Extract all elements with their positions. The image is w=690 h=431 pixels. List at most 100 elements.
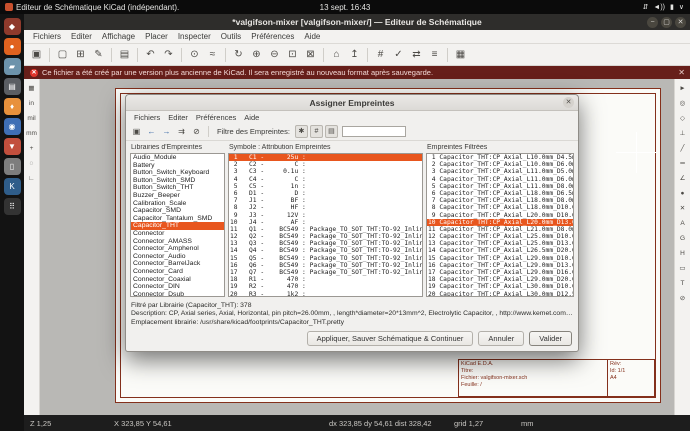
symbol-row[interactable]: 15 Q5 - BC549 : Package_TO_SOT_THT:TO-92…	[229, 255, 422, 262]
symbol-row[interactable]: 20 R3 - 1k2 :	[229, 291, 422, 297]
footprint-row[interactable]: 16 Capacitor_THT:CP_Axial_L29.0mm_D13.0m…	[427, 262, 573, 269]
symbol-row[interactable]: 12 Q2 - BC549 : Package_TO_SOT_THT:TO-92…	[229, 233, 422, 240]
separator[interactable]	[323, 48, 324, 62]
footprint-row[interactable]: 14 Capacitor_THT:CP_Axial_L26.5mm_D20.0m…	[427, 247, 573, 254]
library-item[interactable]: Connector_Audio	[131, 253, 224, 261]
units-inches-icon[interactable]: in	[25, 97, 38, 110]
refresh-icon[interactable]: ↻	[230, 46, 247, 63]
undo-icon[interactable]: ↶	[142, 46, 159, 63]
zoom-selection-icon[interactable]: ⊠	[302, 46, 319, 63]
hierarchy-navigator-icon[interactable]: ⌂	[328, 46, 345, 63]
filter-by-library-icon[interactable]: ▤	[325, 125, 338, 138]
library-item[interactable]: Capacitor_SMD	[131, 207, 224, 215]
menu-item[interactable]: Outils	[216, 32, 246, 41]
apply-save-icon[interactable]: ▣	[130, 125, 143, 138]
footprint-row[interactable]: 4 Capacitor_THT:CP_Axial_L11.0mm_D6.0mm	[427, 176, 573, 183]
zoom-fit-icon[interactable]: ⊡	[284, 46, 301, 63]
apply-save-continue-button[interactable]: Appliquer, Sauver Schématique & Continue…	[307, 331, 474, 346]
bom-icon[interactable]: ≡	[426, 46, 443, 63]
library-item[interactable]: Buzzer_Beeper	[131, 192, 224, 200]
menu-item[interactable]: Affichage	[97, 32, 140, 41]
grid-toggle-icon[interactable]: ▦	[25, 82, 38, 95]
footprint-filter-input[interactable]	[342, 126, 406, 137]
menu-item[interactable]: Fichiers	[28, 32, 66, 41]
units-mils-icon[interactable]: mil	[25, 112, 38, 125]
dock-trash[interactable]: ▯	[4, 158, 21, 175]
units-mm-icon[interactable]: mm	[25, 127, 38, 140]
symbol-row[interactable]: 9 J3 - 12V :	[229, 212, 422, 219]
infobar-close-icon[interactable]: ✕	[678, 68, 685, 77]
library-item[interactable]: Capacitor_THT	[131, 222, 224, 230]
zoom-out-icon[interactable]: ⊖	[266, 46, 283, 63]
dock-app-1[interactable]: ◆	[4, 18, 21, 35]
system-tray[interactable]: ⇵ ◄)) ▮ ∨	[643, 3, 684, 11]
footprint-row[interactable]: 11 Capacitor_THT:CP_Axial_L21.0mm_D8.0mm	[427, 226, 573, 233]
dock-app-5[interactable]: ♦	[4, 98, 21, 115]
footprint-row[interactable]: 20 Capacitor_THT:CP_Axial_L30.0mm_D12.5m…	[427, 291, 573, 297]
dialog-menu-item[interactable]: Préférences	[192, 113, 240, 122]
dock-kicad[interactable]: K	[4, 178, 21, 195]
footprint-row[interactable]: 6 Capacitor_THT:CP_Axial_L18.0mm_D6.5mm	[427, 190, 573, 197]
library-item[interactable]: Connector_Card	[131, 268, 224, 276]
footprint-row[interactable]: 8 Capacitor_THT:CP_Axial_L18.0mm_D10.0mm	[427, 204, 573, 211]
plot-icon[interactable]: ✎	[90, 46, 107, 63]
cursor-shape-icon[interactable]: +	[25, 142, 38, 155]
footprint-row[interactable]: 7 Capacitor_THT:CP_Axial_L18.0mm_D8.0mm	[427, 197, 573, 204]
footprint-row[interactable]: 1 Capacitor_THT:CP_Axial_L10.0mm_D4.5mm	[427, 154, 573, 161]
separator[interactable]	[225, 48, 226, 62]
footprint-row[interactable]: 2 Capacitor_THT:CP_Axial_L10.0mm_D6.0mm	[427, 161, 573, 168]
footprint-row[interactable]: 18 Capacitor_THT:CP_Axial_L29.0mm_D20.0m…	[427, 276, 573, 283]
find-replace-icon[interactable]: ≈	[204, 46, 221, 63]
paste-icon[interactable]: ▤	[116, 46, 133, 63]
menu-item[interactable]: Inspecter	[173, 32, 216, 41]
separator[interactable]	[49, 48, 50, 62]
delete-association-icon[interactable]: ⊘	[190, 125, 203, 138]
library-item[interactable]: Audio_Module	[131, 154, 224, 162]
select-tool-icon[interactable]: ►	[676, 82, 689, 95]
library-item[interactable]: Connector_DIN	[131, 283, 224, 291]
auto-associate-icon[interactable]: ⇉	[175, 125, 188, 138]
symbol-row[interactable]: 8 J2 - HF :	[229, 204, 422, 211]
dock-firefox[interactable]: ●	[4, 38, 21, 55]
annotate-icon[interactable]: #	[372, 46, 389, 63]
add-wire-icon[interactable]: ╱	[676, 142, 689, 155]
filter-by-keyword-icon[interactable]: ✱	[295, 125, 308, 138]
dialog-menu-item[interactable]: Aide	[240, 113, 263, 122]
add-sheet-icon[interactable]: ▭	[676, 262, 689, 275]
symbol-row[interactable]: 1 C1 - 25u :	[229, 154, 422, 161]
filter-by-pin-count-icon[interactable]: #	[310, 125, 323, 138]
no-connect-icon[interactable]: ✕	[676, 202, 689, 215]
footprint-row[interactable]: 9 Capacitor_THT:CP_Axial_L20.0mm_D10.0mm	[427, 212, 573, 219]
footprints-list[interactable]: 1 Capacitor_THT:CP_Axial_L10.0mm_D4.5mm …	[426, 153, 574, 297]
symbol-row[interactable]: 3 C3 - 0.1u :	[229, 168, 422, 175]
library-item[interactable]: Calibration_Scale	[131, 200, 224, 208]
add-label-icon[interactable]: A	[676, 217, 689, 230]
clock[interactable]: 13 sept. 16:43	[320, 3, 371, 12]
separator[interactable]	[367, 48, 368, 62]
library-item[interactable]: Button_Switch_SMD	[131, 177, 224, 185]
library-item[interactable]: Connector_Coaxial	[131, 276, 224, 284]
symbol-row[interactable]: 18 R1 - 470 :	[229, 276, 422, 283]
symbol-row[interactable]: 5 C5 - 1n :	[229, 183, 422, 190]
footprint-row[interactable]: 17 Capacitor_THT:CP_Axial_L29.0mm_D16.0m…	[427, 269, 573, 276]
next-unassigned-icon[interactable]: →	[160, 125, 173, 138]
footprint-row[interactable]: 3 Capacitor_THT:CP_Axial_L11.0mm_D5.0mm	[427, 168, 573, 175]
footprint-row[interactable]: 13 Capacitor_THT:CP_Axial_L25.0mm_D13.0m…	[427, 240, 573, 247]
symbol-row[interactable]: 19 R2 - 470 :	[229, 283, 422, 290]
symbol-row[interactable]: 10 J4 - AF :	[229, 219, 422, 226]
assign-footprints-icon[interactable]: ⇄	[408, 46, 425, 63]
dock-app-6[interactable]: ◉	[4, 118, 21, 135]
library-item[interactable]: Capacitor_Tantalum_SMD	[131, 215, 224, 223]
separator[interactable]	[447, 48, 448, 62]
menu-item[interactable]: Préférences	[246, 32, 299, 41]
footprint-row[interactable]: 15 Capacitor_THT:CP_Axial_L29.0mm_D10.0m…	[427, 255, 573, 262]
symbol-row[interactable]: 14 Q4 - BC549 : Package_TO_SOT_THT:TO-92…	[229, 247, 422, 254]
dock-show-apps[interactable]: ⠿	[4, 198, 21, 215]
close-button[interactable]: ✕	[675, 17, 686, 28]
menu-item[interactable]: Placer	[140, 32, 173, 41]
dialog-titlebar[interactable]: Assigner Empreintes ✕	[126, 95, 578, 111]
symbol-row[interactable]: 11 Q1 - BC549 : Package_TO_SOT_THT:TO-92…	[229, 226, 422, 233]
add-power-icon[interactable]: ⊥	[676, 127, 689, 140]
symbol-row[interactable]: 13 Q3 - BC549 : Package_TO_SOT_THT:TO-92…	[229, 240, 422, 247]
wire-entry-icon[interactable]: ∠	[676, 172, 689, 185]
